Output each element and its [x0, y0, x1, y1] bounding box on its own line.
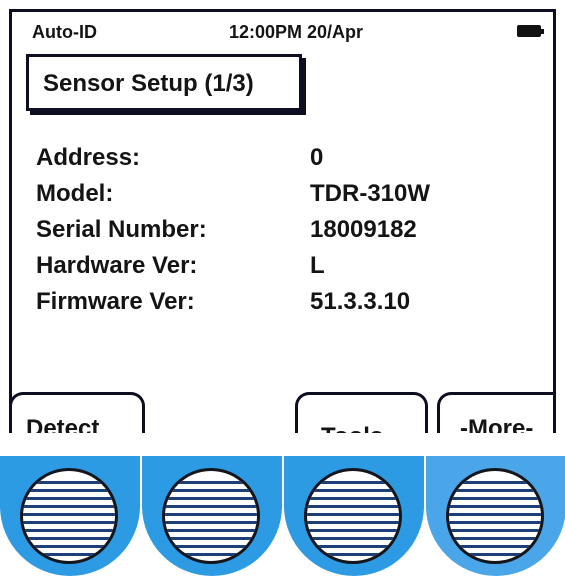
- grill-stripe: [165, 481, 257, 484]
- grill-stripe: [449, 529, 541, 532]
- grill-stripe: [307, 553, 399, 556]
- grill-stripe: [449, 489, 541, 492]
- grill-icon: [20, 468, 118, 564]
- softkey-detect-label: Detect: [26, 415, 100, 433]
- address-label: Address:: [36, 144, 141, 171]
- firmware-ver-label: Firmware Ver:: [36, 288, 195, 315]
- firmware-ver-value: 51.3.3.10: [310, 288, 411, 315]
- grill-stripe: [23, 545, 115, 548]
- softkey-detect[interactable]: Detect: [12, 392, 145, 433]
- softkey-tools[interactable]: Tools: [295, 392, 428, 433]
- grill-stripe: [165, 529, 257, 532]
- lcd-screen: Auto-ID 12:00PM 20/Apr Sensor Setup (1/3…: [9, 9, 556, 433]
- grill-stripe: [307, 497, 399, 500]
- hardware-ver-value: L: [310, 252, 325, 279]
- grill-stripe: [165, 537, 257, 540]
- grill-stripe: [23, 497, 115, 500]
- model-value: TDR-310W: [310, 180, 431, 207]
- grill-stripe: [23, 513, 115, 516]
- status-bar: Auto-ID 12:00PM 20/Apr: [12, 12, 553, 48]
- grill-stripe: [307, 537, 399, 540]
- page-title: Sensor Setup (1/3): [43, 70, 254, 97]
- grill-stripe: [307, 481, 399, 484]
- hardware-ver-label: Hardware Ver:: [36, 252, 198, 279]
- softkey-more-label: -More-: [460, 415, 534, 433]
- hardware-button-1[interactable]: [0, 456, 140, 576]
- device: Auto-ID 12:00PM 20/Apr Sensor Setup (1/3…: [0, 0, 565, 576]
- grill-stripe: [165, 513, 257, 516]
- grill-stripe: [23, 489, 115, 492]
- grill-stripe: [307, 489, 399, 492]
- serial-number-label: Serial Number:: [36, 216, 207, 243]
- grill-stripe: [449, 521, 541, 524]
- grill-stripe: [449, 513, 541, 516]
- serial-number-value: 18009182: [310, 216, 417, 243]
- grill-stripe: [449, 553, 541, 556]
- model-label: Model:: [36, 180, 114, 207]
- grill-stripe: [165, 497, 257, 500]
- grill-stripe: [23, 521, 115, 524]
- grill-stripe: [23, 529, 115, 532]
- grill-stripe: [23, 481, 115, 484]
- grill-stripe: [307, 529, 399, 532]
- hardware-button-4[interactable]: [426, 456, 565, 576]
- grill-stripe: [165, 505, 257, 508]
- grill-icon: [162, 468, 260, 564]
- grill-stripe: [449, 481, 541, 484]
- grill-stripe: [449, 497, 541, 500]
- grill-stripe: [165, 553, 257, 556]
- mode-label: Auto-ID: [32, 22, 97, 42]
- grill-icon: [304, 468, 402, 564]
- softkey-more[interactable]: -More-: [437, 392, 553, 433]
- page-title-box: Sensor Setup (1/3): [26, 54, 302, 111]
- datetime-label: 12:00PM 20/Apr: [229, 22, 364, 42]
- grill-stripe: [449, 545, 541, 548]
- grill-stripe: [165, 489, 257, 492]
- grill-stripe: [307, 513, 399, 516]
- grill-stripe: [23, 537, 115, 540]
- grill-stripe: [449, 537, 541, 540]
- grill-stripe: [165, 521, 257, 524]
- hardware-button-3[interactable]: [284, 456, 424, 576]
- grill-stripe: [23, 553, 115, 556]
- grill-stripe: [449, 505, 541, 508]
- grill-icon: [446, 468, 544, 564]
- hardware-button-2[interactable]: [142, 456, 282, 576]
- grill-stripe: [165, 545, 257, 548]
- address-value: 0: [310, 144, 324, 171]
- grill-stripe: [307, 545, 399, 548]
- battery-full-icon: [517, 25, 544, 37]
- grill-stripe: [307, 505, 399, 508]
- grill-stripe: [23, 505, 115, 508]
- grill-stripe: [307, 521, 399, 524]
- hardware-button-row: [0, 456, 565, 576]
- softkey-tools-label: Tools: [321, 423, 383, 433]
